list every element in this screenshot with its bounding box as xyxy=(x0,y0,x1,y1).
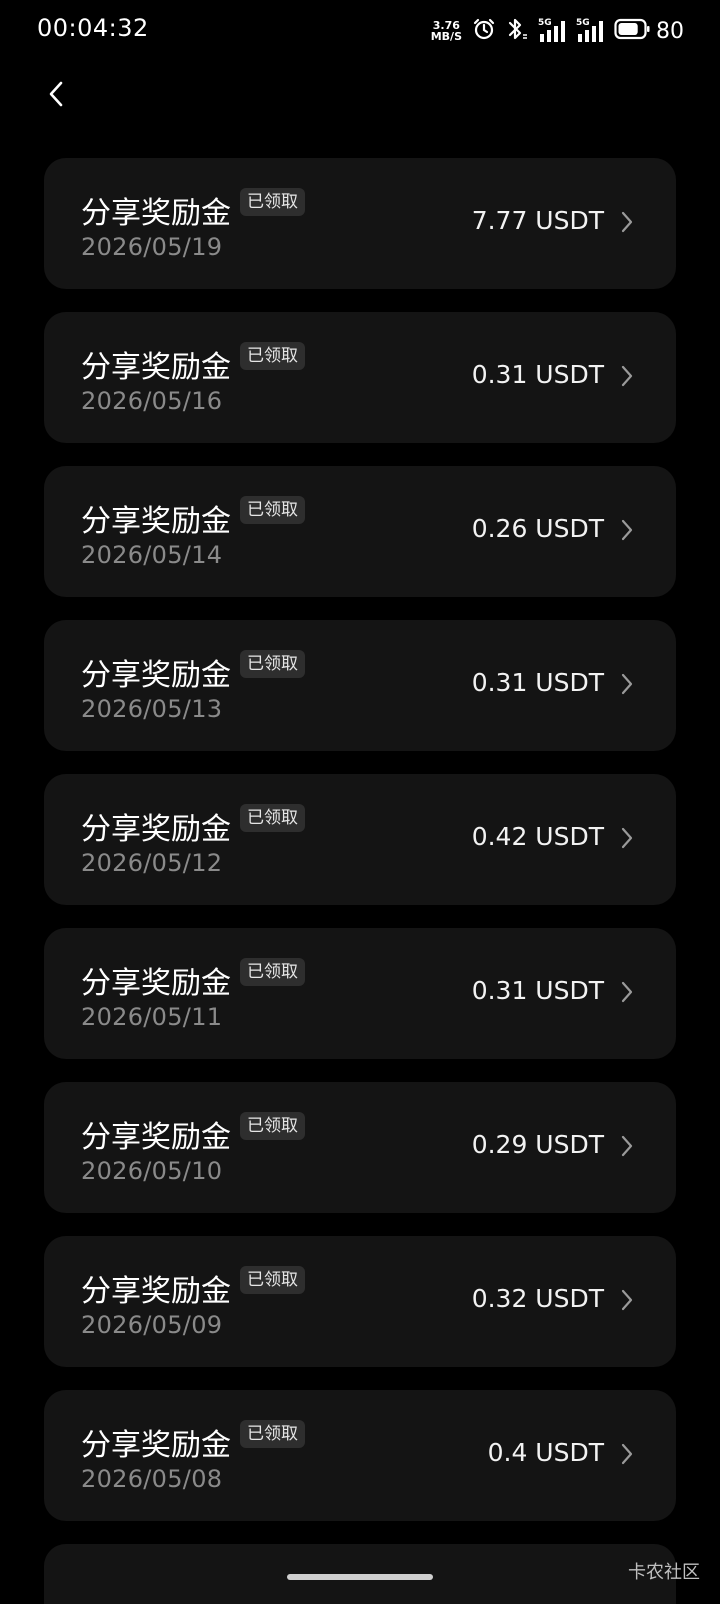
bluetooth-icon xyxy=(506,16,528,46)
home-indicator[interactable] xyxy=(287,1574,433,1580)
back-button[interactable] xyxy=(36,70,76,118)
battery-level: 80 xyxy=(656,18,684,44)
record-amount: 0.29 USDT xyxy=(471,1130,604,1159)
record-title: 分享奖励金 xyxy=(81,1274,231,1309)
chevron-right-icon xyxy=(621,1443,633,1465)
battery-icon xyxy=(614,18,650,44)
signal-icon-2: 5G xyxy=(576,18,604,44)
battery: 80 xyxy=(614,18,684,44)
status-time: 00:04:32 xyxy=(37,14,149,42)
claimed-badge: 已领取 xyxy=(240,188,305,216)
reward-record-list: 分享奖励金 已领取 2026/05/19 7.77 USDT 分享奖励金 已领取… xyxy=(44,158,676,1544)
chevron-right-icon xyxy=(621,211,633,233)
reward-record-item[interactable]: 分享奖励金 已领取 2026/05/08 0.4 USDT xyxy=(44,1390,676,1521)
status-bar: 00:04:32 3.76 MB/S 5G 5G 80 xyxy=(0,0,720,64)
reward-record-item[interactable]: 分享奖励金 已领取 2026/05/11 0.31 USDT xyxy=(44,928,676,1059)
watermark: 卡农社区 xyxy=(628,1562,700,1583)
record-amount: 0.42 USDT xyxy=(471,822,604,851)
record-date: 2026/05/13 xyxy=(81,695,223,723)
signal-icon: 5G xyxy=(538,18,566,44)
record-title: 分享奖励金 xyxy=(81,966,231,1001)
status-icons: 3.76 MB/S 5G 5G 80 xyxy=(431,14,684,48)
network-speed-unit: MB/S xyxy=(430,30,462,43)
reward-record-item[interactable]: 分享奖励金 已领取 2026/05/12 0.42 USDT xyxy=(44,774,676,905)
record-amount: 0.31 USDT xyxy=(471,976,604,1005)
record-amount: 0.32 USDT xyxy=(471,1284,604,1313)
claimed-badge: 已领取 xyxy=(240,1266,305,1294)
record-date: 2026/05/19 xyxy=(81,233,223,261)
network-speed: 3.76 MB/S xyxy=(431,20,462,42)
claimed-badge: 已领取 xyxy=(240,650,305,678)
reward-record-item[interactable]: 分享奖励金 已领取 2026/05/16 0.31 USDT xyxy=(44,312,676,443)
record-amount: 0.4 USDT xyxy=(487,1438,604,1467)
record-date: 2026/05/08 xyxy=(81,1465,223,1493)
reward-record-item[interactable]: 分享奖励金 已领取 2026/05/13 0.31 USDT xyxy=(44,620,676,751)
chevron-right-icon xyxy=(621,1289,633,1311)
chevron-right-icon xyxy=(621,519,633,541)
claimed-badge: 已领取 xyxy=(240,1420,305,1448)
record-amount: 7.77 USDT xyxy=(471,206,604,235)
reward-record-item[interactable]: 分享奖励金 已领取 2026/05/10 0.29 USDT xyxy=(44,1082,676,1213)
record-title: 分享奖励金 xyxy=(81,504,231,539)
reward-record-item[interactable]: 分享奖励金 已领取 2026/05/19 7.77 USDT xyxy=(44,158,676,289)
claimed-badge: 已领取 xyxy=(240,804,305,832)
record-date: 2026/05/16 xyxy=(81,387,223,415)
chevron-right-icon xyxy=(621,1135,633,1157)
claimed-badge: 已领取 xyxy=(240,342,305,370)
alarm-icon xyxy=(472,17,496,45)
claimed-badge: 已领取 xyxy=(240,1112,305,1140)
record-date: 2026/05/14 xyxy=(81,541,223,569)
chevron-left-icon xyxy=(49,81,63,107)
record-date: 2026/05/12 xyxy=(81,849,223,877)
record-title: 分享奖励金 xyxy=(81,350,231,385)
record-amount: 0.26 USDT xyxy=(471,514,604,543)
record-title: 分享奖励金 xyxy=(81,658,231,693)
claimed-badge: 已领取 xyxy=(240,958,305,986)
record-title: 分享奖励金 xyxy=(81,196,231,231)
claimed-badge: 已领取 xyxy=(240,496,305,524)
chevron-right-icon xyxy=(621,673,633,695)
chevron-right-icon xyxy=(621,981,633,1003)
chevron-right-icon xyxy=(621,365,633,387)
reward-record-item[interactable]: 分享奖励金 已领取 2026/05/09 0.32 USDT xyxy=(44,1236,676,1367)
record-title: 分享奖励金 xyxy=(81,812,231,847)
record-date: 2026/05/10 xyxy=(81,1157,223,1185)
reward-record-item[interactable]: 分享奖励金 已领取 2026/05/14 0.26 USDT xyxy=(44,466,676,597)
chevron-right-icon xyxy=(621,827,633,849)
record-title: 分享奖励金 xyxy=(81,1120,231,1155)
record-title: 分享奖励金 xyxy=(81,1428,231,1463)
record-amount: 0.31 USDT xyxy=(471,360,604,389)
record-date: 2026/05/11 xyxy=(81,1003,223,1031)
record-amount: 0.31 USDT xyxy=(471,668,604,697)
record-date: 2026/05/09 xyxy=(81,1311,223,1339)
